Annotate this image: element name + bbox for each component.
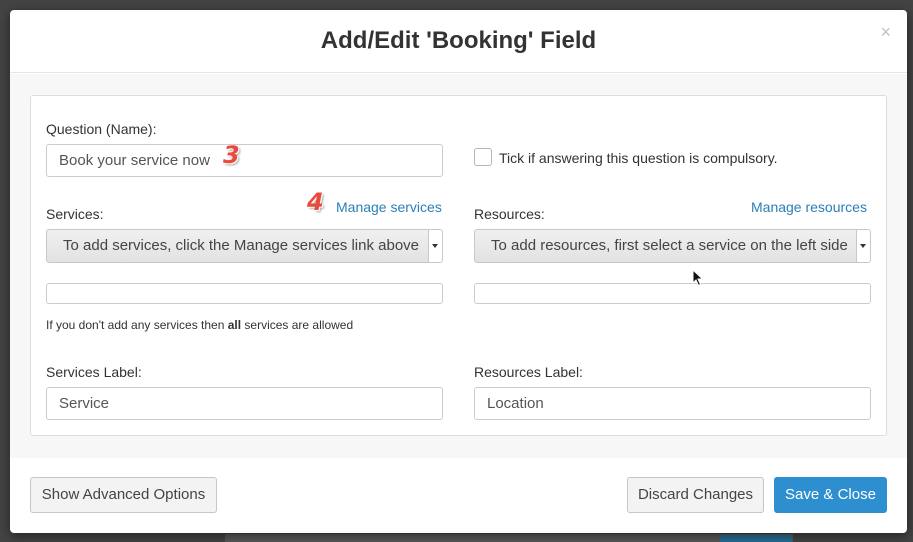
- backdrop-button: [720, 535, 792, 542]
- services-note-suffix: services are allowed: [241, 318, 354, 332]
- save-close-button[interactable]: Save & Close: [774, 477, 887, 513]
- compulsory-label: Tick if answering this question is compu…: [499, 150, 778, 166]
- discard-changes-button[interactable]: Discard Changes: [627, 477, 764, 513]
- services-select-value: To add services, click the Manage servic…: [63, 237, 420, 254]
- mouse-cursor-icon: [692, 269, 704, 287]
- question-input[interactable]: Book your service now: [46, 144, 443, 177]
- booking-field-modal: Add/Edit 'Booking' Field × Question (Nam…: [10, 10, 907, 533]
- resources-select-value: To add resources, first select a service…: [491, 237, 848, 254]
- backdrop-bar: [225, 534, 793, 542]
- modal-header: Add/Edit 'Booking' Field ×: [10, 10, 907, 73]
- services-select[interactable]: To add services, click the Manage servic…: [46, 229, 443, 263]
- manage-services-link[interactable]: Manage services: [336, 199, 442, 215]
- caret-down-icon: [860, 244, 866, 248]
- services-note-bold: all: [227, 318, 242, 332]
- step-3-annotation: 3: [223, 141, 240, 169]
- question-label: Question (Name):: [46, 121, 157, 137]
- close-icon[interactable]: ×: [880, 23, 891, 41]
- modal-title: Add/Edit 'Booking' Field: [320, 27, 597, 54]
- caret-down-icon: [432, 244, 438, 248]
- compulsory-checkbox[interactable]: [474, 148, 492, 166]
- services-note: If you don't add any services then all s…: [46, 318, 353, 332]
- services-filter-input[interactable]: [46, 283, 443, 304]
- resources-filter-input[interactable]: [474, 283, 871, 304]
- resources-select[interactable]: To add resources, first select a service…: [474, 229, 871, 263]
- resources-label: Resources:: [474, 206, 545, 222]
- modal-body: Question (Name): Book your service now 3…: [10, 74, 907, 458]
- services-note-prefix: If you don't add any services then: [46, 318, 228, 332]
- services-select-toggle[interactable]: [428, 230, 442, 262]
- services-label-input[interactable]: Service: [46, 387, 443, 420]
- step-4-annotation: 4: [307, 188, 324, 216]
- services-label: Services:: [46, 206, 104, 222]
- resources-select-toggle[interactable]: [856, 230, 870, 262]
- services-label-heading: Services Label:: [46, 364, 142, 380]
- show-advanced-options-button[interactable]: Show Advanced Options: [30, 477, 217, 513]
- resources-label-heading: Resources Label:: [474, 364, 583, 380]
- manage-resources-link[interactable]: Manage resources: [751, 199, 867, 215]
- field-settings-panel: Question (Name): Book your service now 3…: [30, 95, 887, 436]
- resources-label-input[interactable]: Location: [474, 387, 871, 420]
